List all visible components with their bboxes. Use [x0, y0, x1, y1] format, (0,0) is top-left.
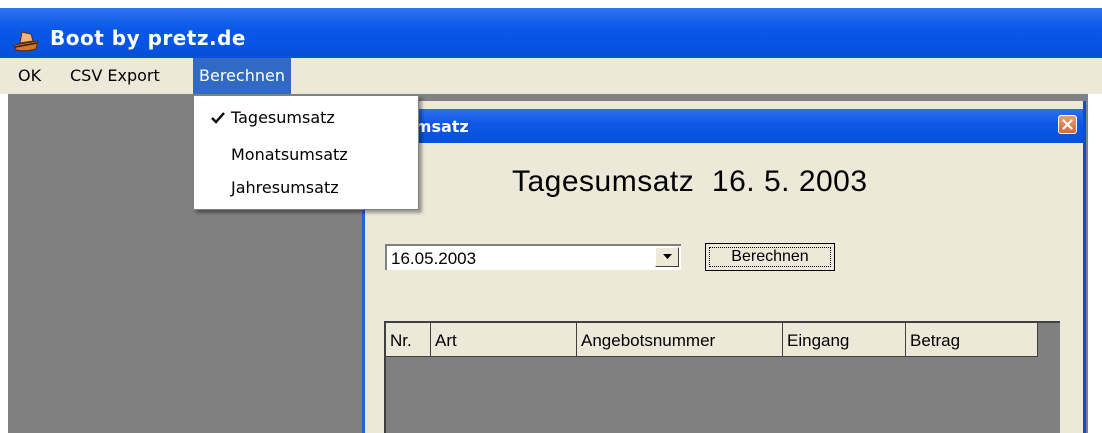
column-header-angebotsnummer[interactable]: Angebotsnummer [577, 323, 783, 357]
date-combobox[interactable]: 16.05.2003 [385, 244, 681, 270]
application-window: Boot by pretz.de OK CSV Export Berechnen… [0, 0, 1102, 433]
page-title: Tagesumsatz 16. 5. 2003 [512, 165, 868, 199]
dropdown-arrow-button[interactable] [655, 247, 679, 267]
window-title: Boot by pretz.de [50, 26, 246, 50]
child-client-area: Tagesumsatz 16. 5. 2003 16.05.2003 Berec… [365, 143, 1083, 433]
child-title-bar[interactable] [365, 109, 1083, 143]
menu-item-monatsumsatz[interactable]: Monatsumsatz [194, 140, 418, 169]
menu-item-label: Jahresumsatz [231, 178, 339, 197]
title-bar: Boot by pretz.de [0, 8, 1102, 58]
menu-item-jahresumsatz[interactable]: Jahresumsatz [194, 173, 418, 202]
column-header-nr[interactable]: Nr. [386, 323, 431, 357]
berechnen-dropdown-menu: Tagesumsatz Monatsumsatz Jahresumsatz [193, 95, 419, 210]
menu-item-tagesumsatz[interactable]: Tagesumsatz [194, 103, 418, 132]
results-table[interactable]: Nr. Art Angebotsnummer Eingang Betrag [384, 321, 1060, 433]
page-title-label: Tagesumsatz [512, 165, 695, 198]
checkmark-icon [211, 112, 225, 124]
column-header-betrag[interactable]: Betrag [906, 323, 1038, 357]
menu-csv-export[interactable]: CSV Export [64, 58, 166, 94]
app-icon [12, 29, 40, 53]
calculate-button[interactable]: Berechnen [705, 243, 835, 271]
close-icon [1062, 119, 1073, 130]
column-header-eingang[interactable]: Eingang [783, 323, 906, 357]
date-combobox-value: 16.05.2003 [391, 249, 477, 268]
chevron-down-icon [663, 254, 672, 259]
close-button[interactable] [1058, 115, 1077, 134]
menu-item-label: Monatsumsatz [231, 145, 348, 164]
calculate-button-label: Berechnen [709, 247, 831, 267]
menu-item-label: Tagesumsatz [231, 108, 335, 127]
menu-berechnen[interactable]: Berechnen [193, 58, 291, 94]
page-title-date: 16. 5. 2003 [711, 165, 868, 198]
column-header-art[interactable]: Art [431, 323, 577, 357]
child-window: esumsatz Tagesumsatz 16. 5. 2003 16.05.2… [362, 101, 1086, 433]
menu-ok[interactable]: OK [12, 58, 47, 94]
menu-bar: OK CSV Export Berechnen [0, 58, 1102, 94]
